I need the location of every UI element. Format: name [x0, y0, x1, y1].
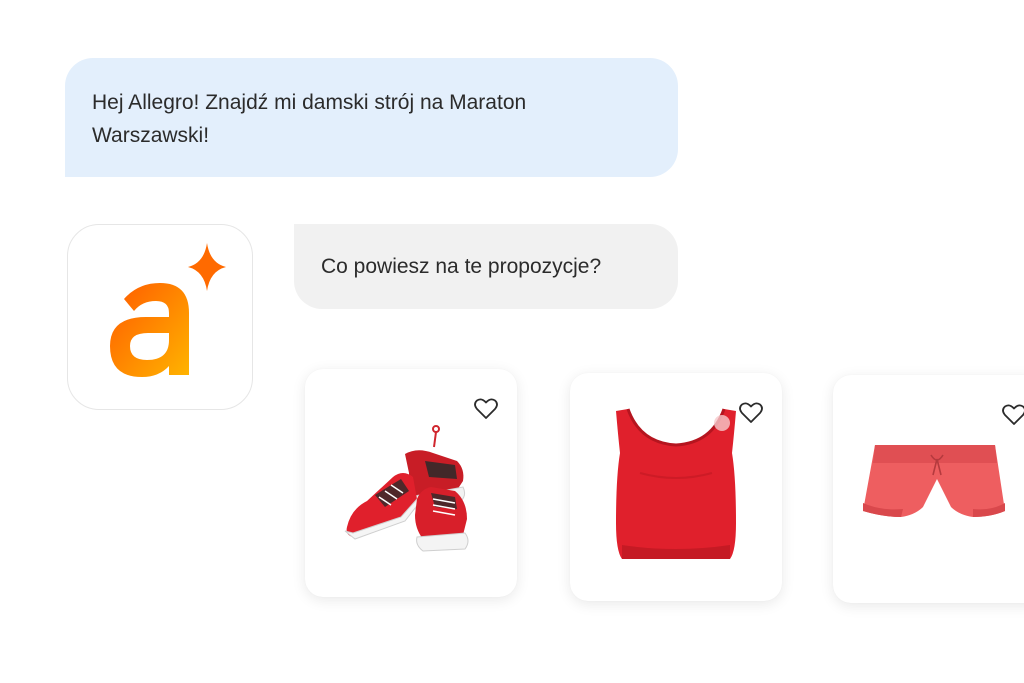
user-message-text: Hej Allegro! Znajdź mi damski strój na M… — [92, 91, 527, 147]
chat-canvas: Hej Allegro! Znajdź mi damski strój na M… — [0, 0, 1024, 683]
assistant-message-text: Co powiesz na te propozycje? — [321, 255, 602, 278]
product-card-crop-top[interactable] — [570, 373, 782, 601]
assistant-avatar — [67, 224, 253, 410]
favorite-heart-icon[interactable] — [1001, 403, 1024, 427]
product-card-shorts[interactable] — [833, 375, 1024, 603]
allegro-logo-icon — [110, 243, 226, 377]
favorite-heart-icon[interactable] — [738, 401, 764, 425]
favorite-heart-icon[interactable] — [473, 397, 499, 421]
user-message-bubble: Hej Allegro! Znajdź mi damski strój na M… — [65, 58, 678, 177]
coral-running-shorts-icon — [863, 445, 1005, 517]
product-card-shoes[interactable] — [305, 369, 517, 597]
assistant-message-bubble: Co powiesz na te propozycje? — [294, 224, 678, 309]
